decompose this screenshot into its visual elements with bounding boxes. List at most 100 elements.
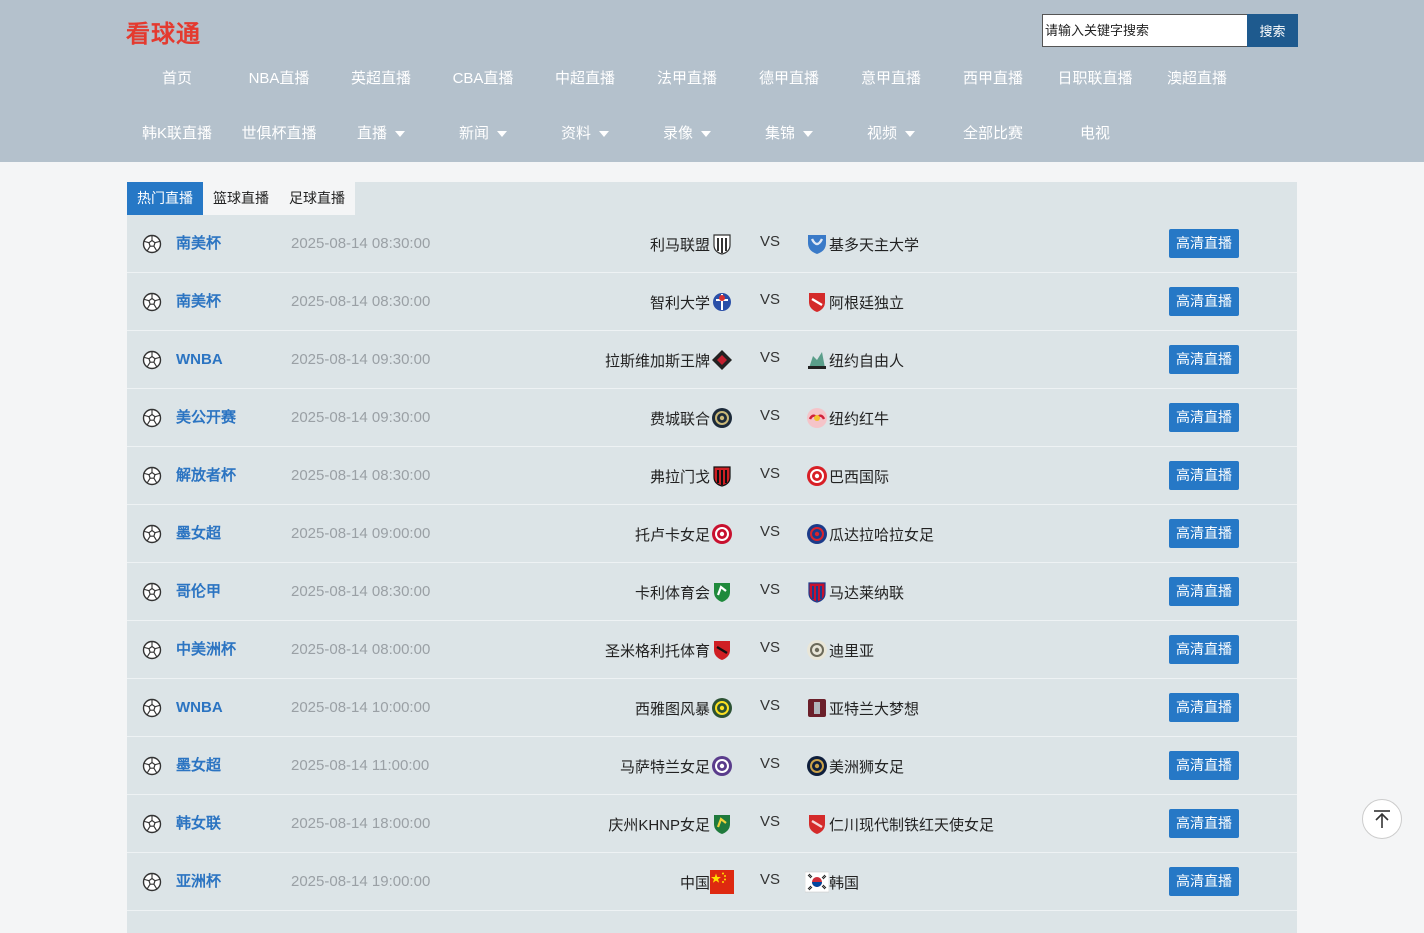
vs-label: VS [760,407,781,424]
watch-live-button[interactable]: 高清直播 [1169,461,1239,490]
nav-item[interactable]: 资料 [534,122,636,146]
watch-live-button[interactable]: 高清直播 [1169,751,1239,780]
away-team-name: 基多天主大学 [829,236,920,254]
tab-2[interactable]: 足球直播 [279,182,355,215]
watch-live-button[interactable]: 高清直播 [1169,635,1239,664]
league-link[interactable]: 韩女联 [176,814,221,834]
soccer-ball-icon [142,640,162,660]
watch-live-button[interactable]: 高清直播 [1169,229,1239,258]
nav-item[interactable]: 法甲直播 [636,67,738,91]
watch-live-button[interactable]: 高清直播 [1169,519,1239,548]
nav-item[interactable]: 直播 [330,122,432,146]
league-link[interactable]: 中美洲杯 [176,640,236,660]
watch-live-button[interactable]: 高清直播 [1169,345,1239,374]
caret-down-icon [905,131,915,138]
blue-red-crest-icon [713,293,731,311]
bull-badge-icon [807,408,827,428]
league-link[interactable]: 南美杯 [176,234,221,254]
round-badge-icon [712,756,732,776]
back-to-top-button[interactable] [1362,799,1402,839]
league-link[interactable]: 墨女超 [176,756,221,776]
home-team: 拉斯维加斯王牌 [605,347,734,373]
soccer-ball-icon [142,292,162,312]
caret-down-icon [803,131,813,138]
nav-item-label: 世俱杯直播 [241,125,317,142]
match-time: 2025-08-14 08:00:00 [291,641,431,658]
search-button[interactable]: 搜索 [1247,14,1298,47]
nav-item[interactable]: 新闻 [432,122,534,146]
league-link[interactable]: 亚洲杯 [176,872,221,892]
search-input[interactable] [1042,14,1247,47]
away-team: 美洲狮女足 [805,753,904,779]
away-team: 迪里亚 [805,637,874,663]
league-link[interactable]: 南美杯 [176,292,221,312]
nav-item[interactable]: 视频 [840,122,942,146]
nav-item[interactable]: 中超直播 [534,67,636,91]
home-team-name: 圣米格利托体育 [604,642,710,660]
home-team-name: 庆州KHNP女足 [608,816,710,834]
watch-live-button[interactable]: 高清直播 [1169,287,1239,316]
league-link[interactable]: 解放者杯 [176,466,236,486]
soccer-ball-icon [142,350,162,370]
match-list-panel: 热门直播 篮球直播 足球直播 南美杯 2025-08-14 08:30:00 利马联盟 V… [127,182,1297,933]
site-logo[interactable]: 看球通 [126,14,201,49]
watch-live-button[interactable]: 高清直播 [1169,693,1239,722]
league-link[interactable]: 哥伦甲 [176,582,221,602]
nav-item-label: 新闻 [458,125,489,142]
watch-live-button[interactable]: 高清直播 [1169,577,1239,606]
home-team: 费城联合 [650,405,734,431]
nav-item[interactable]: 意甲直播 [840,67,942,91]
nav-item[interactable]: 集锦 [738,122,840,146]
red-shield-icon [809,815,825,834]
watch-live-button[interactable]: 高清直播 [1169,403,1239,432]
tab-1[interactable]: 篮球直播 [203,182,279,215]
watch-live-button[interactable]: 高清直播 [1169,867,1239,896]
match-time: 2025-08-14 11:00:00 [291,757,430,774]
league-link[interactable]: WNBA [176,698,223,718]
match-row: 美公开赛 2025-08-14 09:30:00 费城联合 VS 纽约红牛 高清直播 [127,389,1297,447]
soccer-ball-icon [142,582,162,602]
league-link[interactable]: 美公开赛 [176,408,236,428]
nav-item[interactable]: 英超直播 [330,67,432,91]
league-link[interactable]: 墨女超 [176,524,221,544]
nav-item[interactable]: 韩K联直播 [126,122,228,146]
nav-item[interactable]: 澳超直播 [1146,67,1248,91]
away-team: 仁川现代制铁红天使女足 [805,811,994,837]
home-team: 卡利体育会 [635,579,734,605]
match-time: 2025-08-14 19:00:00 [291,873,431,890]
away-team-name: 纽约自由人 [829,352,905,370]
away-team: 瓜达拉哈拉女足 [805,521,934,547]
watch-live-button[interactable]: 高清直播 [1169,809,1239,838]
tab-0[interactable]: 热门直播 [127,182,203,215]
nav-item[interactable]: 录像 [636,122,738,146]
square-badge-icon [808,699,826,717]
home-team-name: 西雅图风暴 [634,700,710,718]
nav-item[interactable]: 世俱杯直播 [228,122,330,146]
caret-down-icon [701,131,711,138]
league-link[interactable]: WNBA [176,350,223,370]
diamond-icon [712,350,732,370]
nav-item[interactable]: 日职联直播 [1044,67,1146,91]
away-team-name: 马达莱纳联 [829,584,905,602]
caret-down-icon [599,131,609,138]
site-header: 看球通 搜索 首页NBA直播英超直播CBA直播中超直播法甲直播德甲直播意甲直播西… [0,0,1424,162]
main-nav-row-2: 韩K联直播 世俱杯直播 直播 新闻 资料 录像 集锦 视频 全部比赛 电视 [126,122,1146,146]
nav-item[interactable]: 电视 [1044,122,1146,146]
home-team-name: 托卢卡女足 [634,526,710,544]
home-team-name: 马萨特兰女足 [619,758,710,776]
home-team: 圣米格利托体育 [605,637,734,663]
match-time: 2025-08-14 18:00:00 [291,815,431,832]
nav-item[interactable]: 德甲直播 [738,67,840,91]
home-team: 智利大学 [650,289,734,315]
nav-item[interactable]: CBA直播 [432,67,534,91]
away-team-name: 韩国 [829,874,860,892]
nav-item[interactable]: 全部比赛 [942,122,1044,146]
nav-item[interactable]: 西甲直播 [942,67,1044,91]
nav-item[interactable]: NBA直播 [228,67,330,91]
away-team: 纽约自由人 [805,347,904,373]
away-team-name: 仁川现代制铁红天使女足 [829,816,995,834]
korea-flag-icon [805,871,829,893]
nav-item-label: 资料 [560,125,591,142]
home-team: 利马联盟 [650,231,734,257]
nav-item[interactable]: 首页 [126,67,228,91]
